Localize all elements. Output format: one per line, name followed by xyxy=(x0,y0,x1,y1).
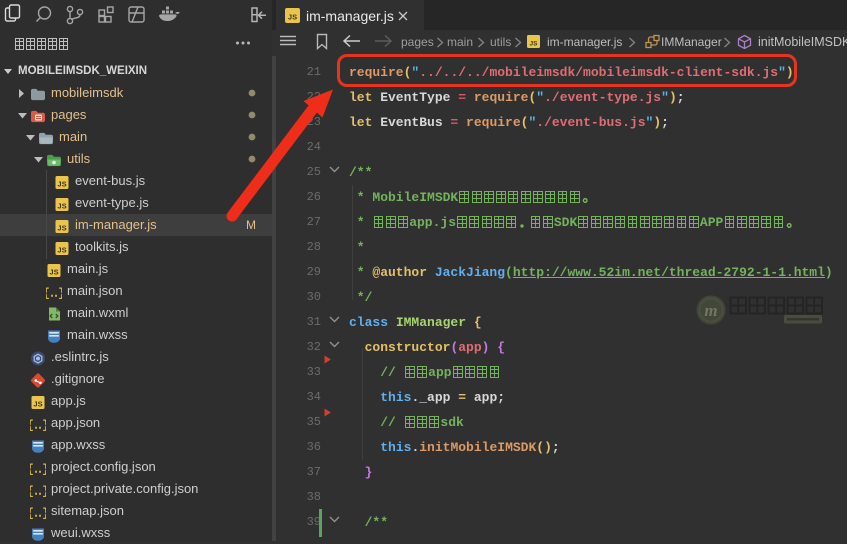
svg-text:m: m xyxy=(704,301,717,320)
svg-text:{‥}: {‥} xyxy=(46,286,62,300)
svg-text:JS: JS xyxy=(57,245,66,254)
svg-text:{‥}: {‥} xyxy=(30,484,46,498)
svg-text:JS: JS xyxy=(57,179,66,188)
svg-text:JS: JS xyxy=(49,267,58,276)
svg-text:{‥}: {‥} xyxy=(30,418,46,432)
svg-text:JS: JS xyxy=(288,12,297,21)
svg-text:JS: JS xyxy=(33,399,42,408)
svg-text:JS: JS xyxy=(530,40,539,47)
svg-text:{‥}: {‥} xyxy=(30,462,46,476)
svg-text:JS: JS xyxy=(57,201,66,210)
svg-text:JS: JS xyxy=(57,223,66,232)
svg-text:{‥}: {‥} xyxy=(30,506,46,520)
